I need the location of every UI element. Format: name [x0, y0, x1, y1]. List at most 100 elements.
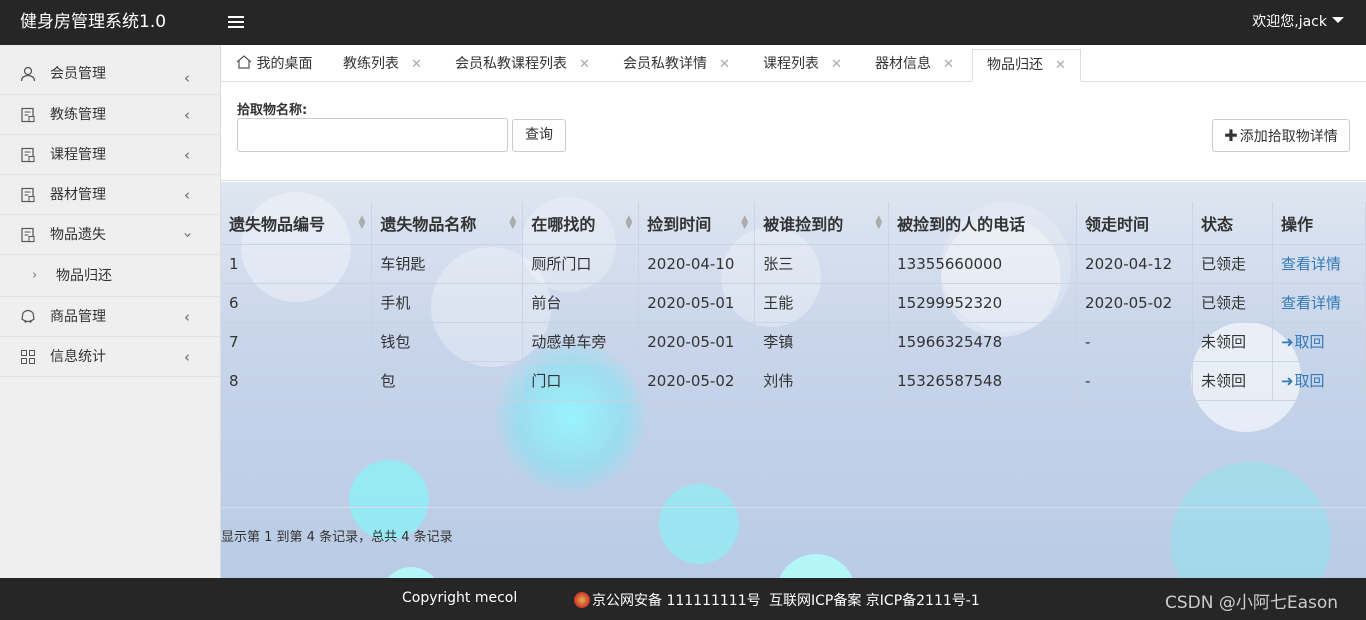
- cell-place: 厕所门口: [522, 244, 640, 284]
- sidebar-subitem-label: 物品归还: [56, 268, 112, 284]
- plus-icon: ✚: [1224, 126, 1238, 145]
- sidebar-item-statistics[interactable]: 信息统计 ‹: [0, 337, 220, 377]
- cell-finder: 李镇: [754, 322, 890, 362]
- tab-member-private-courses[interactable]: 会员私教课程列表 ✕: [455, 49, 590, 82]
- column-header-action: 操作: [1272, 202, 1366, 245]
- column-header-found-time[interactable]: 捡到时间 ▲ ▼: [638, 202, 756, 245]
- cell-phone: 15966325478: [888, 322, 1078, 362]
- cell-status: 未领回: [1192, 361, 1273, 401]
- cell-id: 8: [221, 361, 373, 401]
- document-icon: [21, 147, 35, 162]
- lost-items-table: 遗失物品编号 ▲ ▼ 遗失物品名称 ▲ ▼ 在哪找的 ▲ ▼ 捡到时间 ▲ ▼ 被谁捡到的 ▲ ▼ …: [221, 202, 1366, 401]
- retrieve-label: 取回: [1294, 372, 1325, 390]
- chevron-right-icon: ›: [32, 268, 38, 283]
- search-panel: 拾取物名称: 查询 ✚ 添加拾取物详情: [221, 83, 1366, 181]
- search-label: 拾取物名称:: [237, 103, 308, 118]
- cell-name: 包: [371, 361, 524, 401]
- background-bubble: [381, 567, 441, 578]
- user-menu[interactable]: 欢迎您,jack: [1252, 0, 1344, 45]
- column-header-finder[interactable]: 被谁捡到的 ▲ ▼: [754, 202, 890, 245]
- sidebar-item-label: 会员管理: [50, 66, 106, 82]
- item-name-search-input[interactable]: [237, 118, 508, 152]
- tab-course-list[interactable]: 课程列表 ✕: [763, 49, 842, 82]
- background-bubble: [776, 554, 856, 578]
- document-icon: [21, 107, 35, 122]
- tab-label: 器材信息: [875, 56, 931, 72]
- close-icon[interactable]: ✕: [1055, 58, 1066, 73]
- cell-action: ➜取回: [1272, 322, 1366, 362]
- copyright-text: Copyright mecol: [402, 590, 518, 606]
- cell-phone: 15299952320: [888, 283, 1078, 323]
- document-icon: [21, 187, 35, 202]
- sidebar-item-members[interactable]: 会员管理 ‹: [0, 45, 220, 95]
- sidebar-item-label: 教练管理: [50, 107, 106, 123]
- cell-finder: 王能: [754, 283, 890, 323]
- tab-label: 会员私教详情: [623, 56, 707, 72]
- cell-id: 6: [221, 283, 373, 323]
- table-row: 6 手机 前台 2020-05-01 王能 15299952320 2020-0…: [221, 283, 1366, 323]
- sidebar-item-label: 器材管理: [50, 187, 106, 203]
- retrieve-label: 取回: [1294, 333, 1325, 351]
- table-footer-divider: [221, 507, 1366, 508]
- cell-finder: 张三: [754, 244, 890, 284]
- close-icon[interactable]: ✕: [411, 57, 422, 72]
- top-navbar: 健身房管理系统1.0 欢迎您,jack: [0, 0, 1366, 45]
- arrow-right-icon: ➜: [1280, 333, 1294, 351]
- close-icon[interactable]: ✕: [579, 57, 590, 72]
- cell-taken-time: -: [1076, 322, 1194, 362]
- sidebar-item-courses[interactable]: 课程管理 ‹: [0, 135, 220, 175]
- view-details-link[interactable]: 查看详情: [1281, 294, 1341, 312]
- police-badge-icon: [574, 592, 590, 608]
- tab-item-return[interactable]: 物品归还 ✕: [972, 49, 1081, 82]
- tab-equipment-info[interactable]: 器材信息 ✕: [875, 49, 954, 82]
- retrieve-link[interactable]: ➜取回: [1281, 333, 1325, 351]
- icp-record[interactable]: 互联网ICP备案 京ICP备2111号-1: [769, 590, 980, 610]
- sidebar-item-lost-items[interactable]: 物品遗失 ‹: [0, 215, 220, 255]
- home-icon: [236, 55, 252, 69]
- cell-action: ➜取回: [1272, 361, 1366, 401]
- tab-label: 我的桌面: [256, 56, 313, 72]
- cell-name: 手机: [371, 283, 524, 323]
- column-header-place[interactable]: 在哪找的 ▲ ▼: [522, 202, 640, 245]
- cell-id: 1: [221, 244, 373, 284]
- tab-label: 课程列表: [763, 56, 819, 72]
- sidebar-item-equipment[interactable]: 器材管理 ‹: [0, 175, 220, 215]
- cell-action: 查看详情: [1272, 244, 1366, 284]
- cell-taken-time: 2020-04-12: [1076, 244, 1194, 284]
- view-details-link[interactable]: 查看详情: [1281, 255, 1341, 273]
- column-header-id[interactable]: 遗失物品编号 ▲ ▼: [221, 202, 373, 245]
- cell-found-time: 2020-05-01: [638, 283, 756, 323]
- sidebar-item-coaches[interactable]: 教练管理 ‹: [0, 95, 220, 135]
- close-icon[interactable]: ✕: [943, 57, 954, 72]
- page-footer: Copyright mecol 京公网安备 111111111号 互联网ICP备…: [0, 578, 1366, 620]
- cell-found-time: 2020-05-01: [638, 322, 756, 362]
- cell-phone: 15326587548: [888, 361, 1078, 401]
- tab-my-desktop[interactable]: 我的桌面: [236, 49, 312, 82]
- sort-icon: ▲ ▼: [358, 214, 366, 231]
- close-icon[interactable]: ✕: [719, 57, 730, 72]
- close-icon[interactable]: ✕: [831, 57, 842, 72]
- query-button[interactable]: 查询: [512, 119, 566, 152]
- retrieve-link[interactable]: ➜取回: [1281, 372, 1325, 390]
- sidebar-subitem-item-return[interactable]: › 物品归还: [0, 255, 220, 297]
- sidebar: 会员管理 ‹ 教练管理 ‹ 课程管理 ‹ 器材管理 ‹ 物品遗失 ‹ › 物品归…: [0, 45, 221, 578]
- chevron-down-icon: ‹: [178, 232, 196, 238]
- column-header-status: 状态: [1192, 202, 1273, 245]
- caret-down-icon: [1332, 17, 1344, 23]
- tab-coach-list[interactable]: 教练列表 ✕: [343, 49, 422, 82]
- tab-label: 教练列表: [343, 56, 399, 72]
- menu-toggle-icon[interactable]: [228, 16, 244, 28]
- sort-icon: ▲ ▼: [625, 214, 633, 231]
- cell-name: 车钥匙: [371, 244, 524, 284]
- table-header-row: 遗失物品编号 ▲ ▼ 遗失物品名称 ▲ ▼ 在哪找的 ▲ ▼ 捡到时间 ▲ ▼ 被谁捡到的 ▲ ▼ …: [221, 202, 1366, 245]
- arrow-right-icon: ➜: [1280, 372, 1294, 390]
- chevron-left-icon: ‹: [184, 106, 190, 124]
- police-record[interactable]: 京公网安备 111111111号: [574, 590, 761, 610]
- cell-taken-time: -: [1076, 361, 1194, 401]
- tab-label: 物品归还: [987, 57, 1043, 73]
- table-row: 1 车钥匙 厕所门口 2020-04-10 张三 13355660000 202…: [221, 244, 1366, 284]
- column-header-name[interactable]: 遗失物品名称 ▲ ▼: [371, 202, 524, 245]
- sidebar-item-products[interactable]: 商品管理 ‹: [0, 297, 220, 337]
- tab-member-private-details[interactable]: 会员私教详情 ✕: [623, 49, 730, 82]
- add-found-item-button[interactable]: ✚ 添加拾取物详情: [1212, 119, 1350, 152]
